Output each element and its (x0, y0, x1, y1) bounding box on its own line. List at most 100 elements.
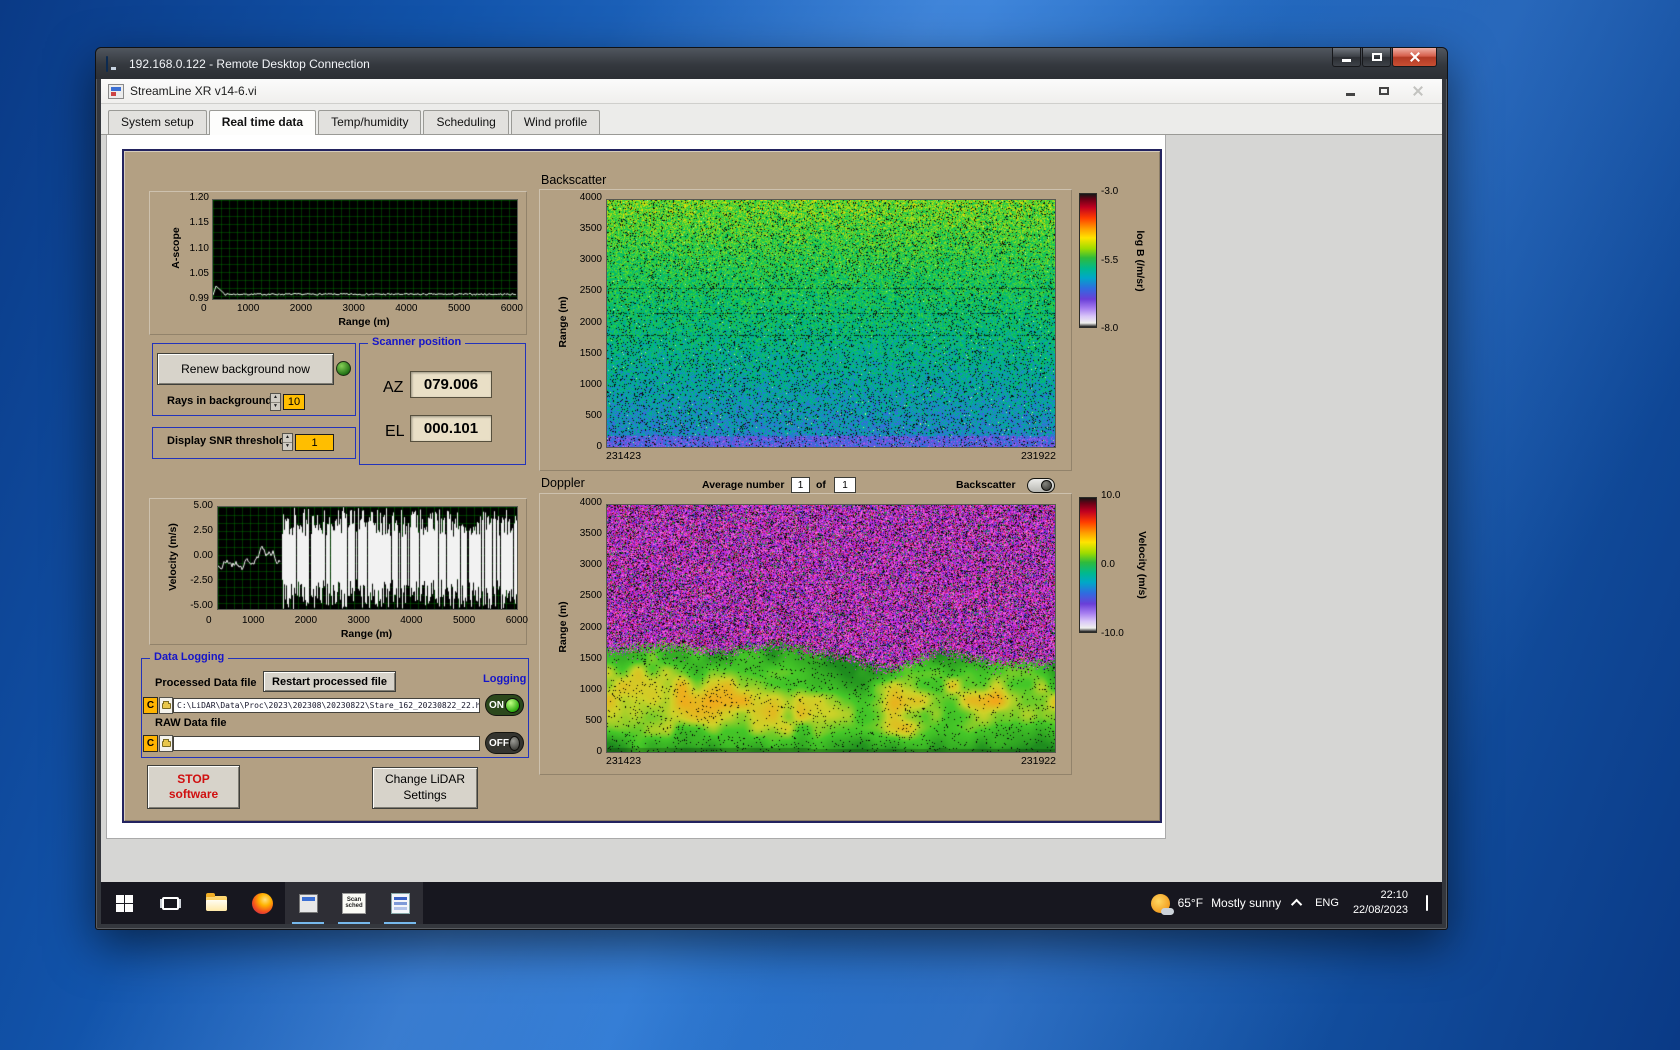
logging-label: Logging (483, 673, 527, 685)
clock-time: 22:10 (1380, 889, 1408, 902)
raw-browse-button[interactable] (159, 735, 173, 752)
processed-logging-toggle[interactable]: ON (485, 694, 524, 716)
snr-value-field[interactable]: 1 (295, 434, 334, 451)
rays-spinner[interactable]: ▲ ▼ (270, 393, 281, 411)
scan-schedule-app-button[interactable]: Scan sched (331, 882, 377, 924)
task-view-button[interactable] (147, 882, 193, 924)
az-label: AZ (383, 379, 404, 396)
ascope-y-tick: 1.20 (189, 192, 209, 203)
rays-value-field[interactable]: 10 (283, 394, 305, 410)
action-center-button[interactable] (1426, 895, 1428, 911)
chevron-up-icon (1291, 898, 1303, 911)
el-value-field: 000.101 (410, 415, 492, 442)
velocity-y-tick: -2.50 (190, 575, 213, 586)
rdp-title: 192.168.0.122 - Remote Desktop Connectio… (129, 56, 370, 71)
backscatter-colorbar-label: log B (/m/sr) (1134, 230, 1146, 292)
stop-software-button[interactable]: STOP software (147, 765, 240, 809)
doppler-y-ticks: 4000 3500 3000 2500 2000 1500 1000 500 0 (572, 498, 602, 757)
raw-path-field[interactable] (173, 736, 480, 751)
restore-icon (1379, 87, 1389, 95)
minimize-icon (1342, 59, 1351, 62)
tab-temp-humidity[interactable]: Temp/humidity (318, 110, 422, 134)
rdp-maximize-button[interactable] (1362, 48, 1391, 67)
average-total-field: 1 (834, 477, 856, 493)
backscatter-y-tick: 0 (596, 441, 602, 452)
ascope-y-tick: 1.15 (189, 217, 209, 229)
backscatter-y-tick: 2000 (579, 316, 602, 328)
app-minimize-button[interactable] (1343, 84, 1357, 98)
velocity-y-tick: -5.00 (190, 600, 213, 611)
app-window-controls (1343, 84, 1435, 98)
minimize-icon (1345, 93, 1355, 96)
of-label: of (816, 479, 826, 491)
tab-system-setup[interactable]: System setup (108, 110, 207, 134)
renew-background-button[interactable]: Renew background now (157, 353, 334, 385)
backscatter-x-tick-start: 231423 (606, 450, 642, 462)
backscatter-toggle[interactable] (1027, 478, 1055, 493)
raw-logging-toggle[interactable]: OFF (485, 732, 524, 754)
weather-widget[interactable]: 65°F Mostly sunny (1150, 893, 1281, 915)
ascope-x-tick: 1000 (237, 303, 260, 314)
rdp-titlebar[interactable]: 192.168.0.122 - Remote Desktop Connectio… (96, 48, 1447, 79)
tab-real-time-data[interactable]: Real time data (208, 110, 317, 135)
backscatter-y-tick: 3500 (579, 223, 602, 235)
app-close-button[interactable] (1411, 84, 1425, 98)
snr-spinner[interactable]: ▲ ▼ (282, 433, 293, 451)
notification-icon (1426, 895, 1428, 911)
ascope-x-axis-label: Range (m) (338, 316, 390, 328)
doppler-y-tick: 1500 (579, 652, 602, 664)
processed-path-field[interactable]: C:\LiDAR\Data\Proc\2023\202308\20230822\… (173, 698, 480, 713)
start-button[interactable] (101, 882, 147, 924)
language-indicator[interactable]: ENG (1315, 897, 1339, 909)
app-body: A-scope 1.20 1.15 1.10 1.05 0.99 0 1000 2000 30… (101, 135, 1442, 882)
processed-browse-button[interactable] (159, 697, 173, 714)
average-number-label: Average number (702, 479, 785, 491)
velocity-y-tick: 2.50 (193, 525, 213, 536)
scan-icon-text: sched (345, 903, 363, 909)
taskbar-clock[interactable]: 22:10 22/08/2023 (1353, 888, 1408, 918)
velocity-y-tick: 0.00 (193, 550, 213, 561)
restart-processed-file-button[interactable]: Restart processed file (263, 671, 396, 692)
ascope-plot-group: A-scope 1.20 1.15 1.10 1.05 0.99 0 1000 2000 30… (149, 191, 527, 335)
file-explorer-button[interactable] (193, 882, 239, 924)
backscatter-x-tick-end: 231922 (1020, 450, 1056, 462)
close-icon (1409, 51, 1421, 63)
backscatter-y-tick: 2500 (579, 285, 602, 297)
change-lidar-settings-button[interactable]: Change LiDAR Settings (372, 767, 478, 809)
doppler-colorbar-tick: 0.0 (1101, 559, 1115, 570)
raw-drive-selector[interactable]: C (143, 735, 158, 752)
processed-data-file-label: Processed Data file (155, 677, 257, 689)
backscatter-plot-group: Range (m) 4000 3500 3000 2500 2000 1500 1000 50… (539, 189, 1072, 471)
rdp-minimize-button[interactable] (1332, 48, 1361, 67)
maximize-icon (1371, 53, 1382, 61)
show-hidden-icons-button[interactable] (1281, 898, 1315, 911)
tab-scheduling[interactable]: Scheduling (423, 110, 509, 134)
doppler-y-tick: 500 (585, 714, 602, 726)
doppler-x-tick-start: 231423 (606, 755, 642, 767)
snr-threshold-label: Display SNR threshold (167, 435, 286, 447)
app-restore-button[interactable] (1377, 84, 1391, 98)
streamline-app-button[interactable] (285, 882, 331, 924)
weather-temperature: 65°F (1177, 896, 1204, 910)
average-number-field[interactable]: 1 (791, 477, 810, 493)
processed-drive-selector[interactable]: C (143, 697, 158, 714)
tab-wind-profile[interactable]: Wind profile (510, 110, 601, 134)
velocity-x-axis-label: Range (m) (340, 628, 393, 640)
rdp-close-button[interactable] (1392, 48, 1437, 67)
document-app-button[interactable] (377, 882, 423, 924)
taskbar: Scan sched 65°F Mostly sunny ENG 22:10 2… (101, 882, 1442, 924)
on-led (505, 697, 520, 713)
doppler-y-tick: 3000 (579, 559, 602, 571)
firefox-button[interactable] (239, 882, 285, 924)
folder-icon (161, 700, 171, 709)
app-titlebar[interactable]: StreamLine XR v14-6.vi (101, 79, 1442, 104)
rdp-window-controls (1331, 48, 1437, 67)
doppler-y-tick: 2500 (579, 590, 602, 602)
backscatter-y-ticks: 4000 3500 3000 2500 2000 1500 1000 500 0 (572, 193, 602, 452)
ascope-x-tick: 0 (201, 303, 207, 314)
data-logging-title: Data Logging (150, 651, 229, 665)
scanner-position-title: Scanner position (368, 336, 466, 350)
rdp-window: 192.168.0.122 - Remote Desktop Connectio… (95, 47, 1448, 930)
doppler-y-axis-label: Range (m) (557, 601, 569, 653)
backscatter-y-tick: 4000 (579, 192, 602, 203)
